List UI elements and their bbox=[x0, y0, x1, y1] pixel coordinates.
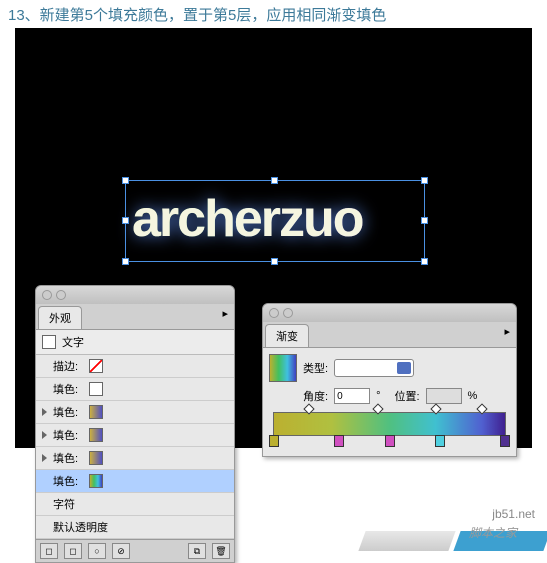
gradient-ramp[interactable] bbox=[273, 412, 506, 436]
target-swatch bbox=[42, 335, 56, 349]
gradient-stop[interactable] bbox=[269, 435, 279, 447]
angle-unit: ° bbox=[376, 390, 380, 402]
row-swatch[interactable] bbox=[89, 451, 103, 465]
position-input[interactable] bbox=[426, 388, 462, 404]
row-swatch[interactable] bbox=[89, 359, 103, 373]
row-swatch[interactable] bbox=[89, 382, 103, 396]
new-effect-icon[interactable]: ○ bbox=[88, 543, 106, 559]
position-label: 位置: bbox=[394, 388, 419, 404]
row-label: 描边: bbox=[53, 358, 83, 374]
handle-bm[interactable] bbox=[271, 258, 278, 265]
trash-icon[interactable]: 🗑 bbox=[212, 543, 230, 559]
row-swatch[interactable] bbox=[89, 474, 103, 488]
disclosure-icon[interactable] bbox=[42, 454, 47, 462]
appearance-row[interactable]: 填色: bbox=[36, 378, 234, 401]
selection-bounds[interactable]: archerzuo archerzuo bbox=[125, 180, 425, 262]
gradient-midpoint[interactable] bbox=[430, 403, 441, 414]
appearance-row[interactable]: 描边: bbox=[36, 355, 234, 378]
row-label: 字符 bbox=[53, 496, 83, 512]
row-label: 填色: bbox=[53, 427, 83, 443]
panel-titlebar[interactable] bbox=[36, 286, 234, 304]
watermark-name: 脚本之家 bbox=[469, 524, 517, 541]
disclosure-icon[interactable] bbox=[42, 431, 47, 439]
appearance-row[interactable]: 填色: bbox=[36, 470, 234, 493]
tab-appearance[interactable]: 外观 bbox=[38, 306, 82, 329]
clear-icon[interactable]: ⊘ bbox=[112, 543, 130, 559]
watermark-bar bbox=[358, 531, 455, 551]
panel-menu-icon[interactable]: ▸ bbox=[216, 304, 234, 329]
angle-input[interactable] bbox=[334, 388, 370, 404]
gradient-stop[interactable] bbox=[385, 435, 395, 447]
appearance-row[interactable]: 填色: bbox=[36, 447, 234, 470]
tab-row: 渐变 ▸ bbox=[263, 322, 516, 348]
appearance-row[interactable]: 填色: bbox=[36, 424, 234, 447]
gradient-panel[interactable]: 渐变 ▸ 类型: 角度: ° 位置: % bbox=[262, 303, 517, 457]
gradient-stop[interactable] bbox=[334, 435, 344, 447]
gradient-midpoint[interactable] bbox=[303, 403, 314, 414]
handle-tr[interactable] bbox=[421, 177, 428, 184]
handle-mr[interactable] bbox=[421, 217, 428, 224]
gradient-body: 类型: 角度: ° 位置: % bbox=[263, 348, 516, 456]
gradient-midpoint[interactable] bbox=[372, 403, 383, 414]
appearance-row[interactable]: 填色: bbox=[36, 401, 234, 424]
watermark-url: jb51.net bbox=[492, 507, 535, 521]
tab-row: 外观 ▸ bbox=[36, 304, 234, 330]
gradient-type-dropdown[interactable] bbox=[334, 359, 414, 377]
gradient-stop[interactable] bbox=[500, 435, 510, 447]
type-label: 类型: bbox=[303, 360, 328, 376]
appearance-panel[interactable]: 外观 ▸ 文字 描边:填色:填色:填色:填色:填色:字符默认透明度 ◻ ◻ ○ … bbox=[35, 285, 235, 563]
handle-br[interactable] bbox=[421, 258, 428, 265]
close-icon[interactable] bbox=[42, 290, 52, 300]
row-label: 填色: bbox=[53, 473, 83, 489]
duplicate-icon[interactable]: ⧉ bbox=[188, 543, 206, 559]
close-icon[interactable] bbox=[269, 308, 279, 318]
position-unit: % bbox=[468, 390, 478, 402]
appearance-row[interactable]: 字符 bbox=[36, 493, 234, 516]
disclosure-icon[interactable] bbox=[42, 408, 47, 416]
row-label: 填色: bbox=[53, 450, 83, 466]
handle-tm[interactable] bbox=[271, 177, 278, 184]
handle-tl[interactable] bbox=[122, 177, 129, 184]
gradient-midpoint[interactable] bbox=[476, 403, 487, 414]
minimize-icon[interactable] bbox=[56, 290, 66, 300]
new-fill-icon[interactable]: ◻ bbox=[40, 543, 58, 559]
appearance-row[interactable]: 默认透明度 bbox=[36, 516, 234, 539]
row-label: 默认透明度 bbox=[53, 519, 108, 535]
angle-label: 角度: bbox=[303, 388, 328, 404]
new-stroke-icon[interactable]: ◻ bbox=[64, 543, 82, 559]
gradient-preview[interactable] bbox=[269, 354, 297, 382]
handle-ml[interactable] bbox=[122, 217, 129, 224]
gradient-stop[interactable] bbox=[435, 435, 445, 447]
handle-bl[interactable] bbox=[122, 258, 129, 265]
target-label: 文字 bbox=[62, 334, 84, 350]
row-label: 填色: bbox=[53, 381, 83, 397]
appearance-target: 文字 bbox=[36, 330, 234, 355]
row-swatch[interactable] bbox=[89, 428, 103, 442]
row-label: 填色: bbox=[53, 404, 83, 420]
text-layer-fill: archerzuo bbox=[132, 189, 363, 249]
tab-gradient[interactable]: 渐变 bbox=[265, 324, 309, 347]
panel-menu-icon[interactable]: ▸ bbox=[498, 322, 516, 347]
minimize-icon[interactable] bbox=[283, 308, 293, 318]
step-instruction: 13、新建第5个填充颜色，置于第5层，应用相同渐变填色 bbox=[0, 0, 547, 29]
row-swatch[interactable] bbox=[89, 405, 103, 419]
panel-titlebar[interactable] bbox=[263, 304, 516, 322]
